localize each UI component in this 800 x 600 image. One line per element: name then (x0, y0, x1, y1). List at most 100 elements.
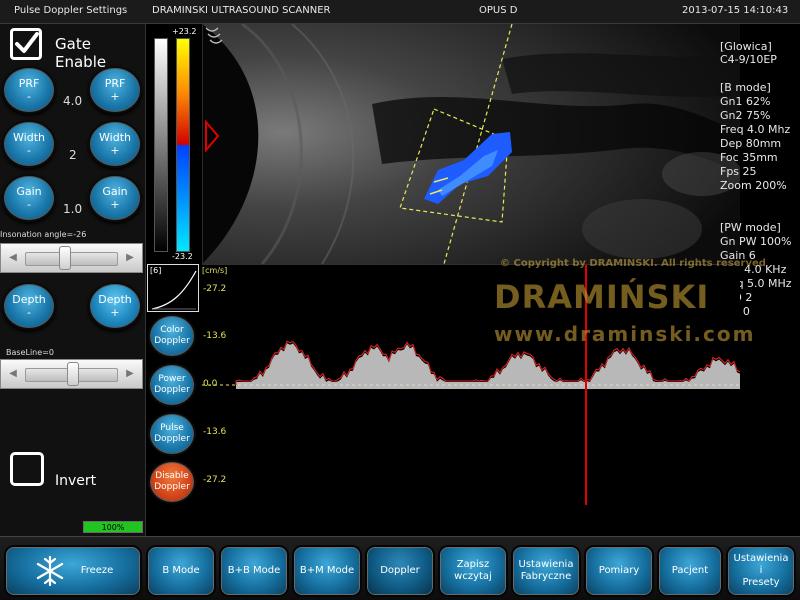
color-ramp-positive (176, 38, 190, 145)
button-label: Presety (742, 577, 780, 588)
patient-button[interactable]: Pacjent (657, 545, 723, 597)
button-label: Ustawienia (518, 559, 574, 570)
prf-plus-button[interactable]: PRF + (88, 66, 142, 114)
freeze-button[interactable]: Freeze (4, 545, 142, 597)
url-watermark: www.draminski.com (494, 322, 756, 346)
button-sign: + (110, 306, 120, 319)
bb-mode-button[interactable]: B+B Mode (219, 545, 289, 597)
progress-text: 100% (101, 523, 125, 532)
depth-minus-button[interactable]: Depth - (2, 282, 56, 330)
progress-bar: 100% (83, 521, 143, 533)
scale-tick-3: 0.0 (203, 379, 218, 389)
button-label: PRF (18, 77, 40, 90)
button-sign: + (110, 144, 120, 157)
invert-label: Invert (55, 473, 97, 489)
depth-plus-button[interactable]: Depth + (88, 282, 142, 330)
scale-tick-5: -27.2 (203, 475, 227, 485)
settings-presets-button[interactable]: Ustawienia i Presety (726, 545, 796, 597)
button-label: Disable (155, 471, 189, 481)
wifi-icon (205, 27, 223, 44)
focus-marker-icon[interactable] (205, 119, 220, 153)
width-value: 2 (69, 148, 77, 162)
gn1-value: Gn1 62% (720, 95, 771, 108)
slider-track[interactable] (25, 252, 118, 266)
save-load-button[interactable]: Zapisz wczytaj (438, 545, 508, 597)
doppler-mode-button[interactable]: Doppler (365, 545, 435, 597)
slider-right-arrow-icon[interactable]: ▶ (122, 368, 138, 380)
power-doppler-button[interactable]: Power Doppler (148, 363, 196, 407)
model-name: OPUS D (479, 5, 518, 16)
button-label: Width (13, 131, 45, 144)
datetime: 2013-07-15 14:10:43 (682, 5, 789, 16)
measurements-button[interactable]: Pomiary (584, 545, 654, 597)
button-label: Pulse (160, 423, 184, 433)
scale-tick-4: -13.6 (203, 427, 227, 437)
gain-minus-button[interactable]: Gain - (2, 174, 56, 222)
settings-panel: Gate Enable PRF - 4.0 PRF + Width - 2 Wi… (0, 24, 146, 536)
button-sign: - (27, 144, 31, 157)
slider-left-arrow-icon[interactable]: ◀ (5, 252, 21, 264)
bm-mode-button[interactable]: B+M Mode (292, 545, 362, 597)
baseline-slider[interactable]: ◀ ▶ (0, 359, 143, 389)
button-label: wczytaj (454, 571, 492, 582)
focus-info: Foc 35mm (720, 151, 778, 164)
bmode-image[interactable] (202, 24, 740, 264)
fps-info: Fps 25 (720, 165, 757, 178)
color-flow-region (424, 132, 512, 204)
factory-settings-button[interactable]: Ustawienia Fabryczne (511, 545, 581, 597)
button-label: Color (160, 325, 184, 335)
button-label: Doppler (380, 565, 420, 576)
slider-thumb[interactable] (66, 362, 79, 386)
button-label: Width (99, 131, 131, 144)
grayscale-ramp (154, 38, 168, 252)
button-label: i (759, 565, 763, 576)
copyright-watermark: © Copyright by DRAMINSKI. All rights res… (500, 258, 766, 269)
gn-pw-info: Gn PW 100% (720, 235, 792, 248)
gain-value: 1.0 (63, 202, 83, 216)
snowflake-icon (36, 555, 63, 587)
color-ramp-negative (176, 145, 190, 252)
gate-enable-checkbox[interactable] (10, 28, 42, 60)
brand-watermark: DRAMIŃSKI (494, 278, 710, 316)
button-label: Doppler (154, 336, 190, 346)
width-plus-button[interactable]: Width + (88, 120, 142, 168)
depth-info: Dep 80mm (720, 137, 782, 150)
gate-enable-label: Gate Enable (55, 35, 107, 71)
top-bar: Pulse Doppler Settings DRAMINSKI ULTRASO… (0, 0, 800, 24)
disable-doppler-button[interactable]: Disable Doppler (148, 460, 196, 504)
doppler-gate-overlay (205, 24, 513, 264)
invert-checkbox[interactable] (10, 452, 44, 486)
angle-preview-number: [6] (150, 266, 162, 275)
button-label: Depth (98, 293, 132, 306)
color-scale: +23.2 -23.2 (146, 24, 202, 264)
b-mode-button[interactable]: B Mode (146, 545, 216, 597)
slider-thumb[interactable] (58, 246, 71, 270)
freeze-label: Freeze (80, 565, 114, 576)
button-label: B+B Mode (227, 565, 281, 576)
button-sign: - (27, 306, 31, 319)
gain-plus-button[interactable]: Gain + (88, 174, 142, 222)
button-sign: + (110, 90, 120, 103)
button-label: Depth (12, 293, 46, 306)
button-sign: - (27, 198, 31, 211)
button-label: Gain (102, 185, 128, 198)
prf-value: 4.0 (63, 94, 83, 108)
width-minus-button[interactable]: Width - (2, 120, 56, 168)
button-label: B+M Mode (299, 565, 355, 576)
slider-right-arrow-icon[interactable]: ▶ (122, 252, 138, 264)
color-doppler-button[interactable]: Color Doppler (148, 314, 196, 358)
velocity-unit: [cm/s] (202, 266, 228, 275)
bmode-header: [B mode] (720, 81, 771, 94)
probe-header: [Glowica] (720, 40, 772, 53)
pulse-doppler-button[interactable]: Pulse Doppler (148, 412, 196, 456)
insonation-angle-slider[interactable]: ◀ ▶ (0, 243, 143, 273)
color-scale-bottom-value: -23.2 (172, 252, 193, 261)
prf-minus-button[interactable]: PRF - (2, 66, 56, 114)
button-label: Fabryczne (520, 571, 572, 582)
slider-left-arrow-icon[interactable]: ◀ (5, 368, 21, 380)
gn2-value: Gn2 75% (720, 109, 771, 122)
button-label: Pomiary (598, 565, 640, 576)
probe-name: C4-9/10EP (720, 53, 777, 66)
button-label: Doppler (154, 482, 190, 492)
bottom-toolbar: Freeze B Mode B+B Mode B+M Mode Doppler … (0, 536, 800, 600)
